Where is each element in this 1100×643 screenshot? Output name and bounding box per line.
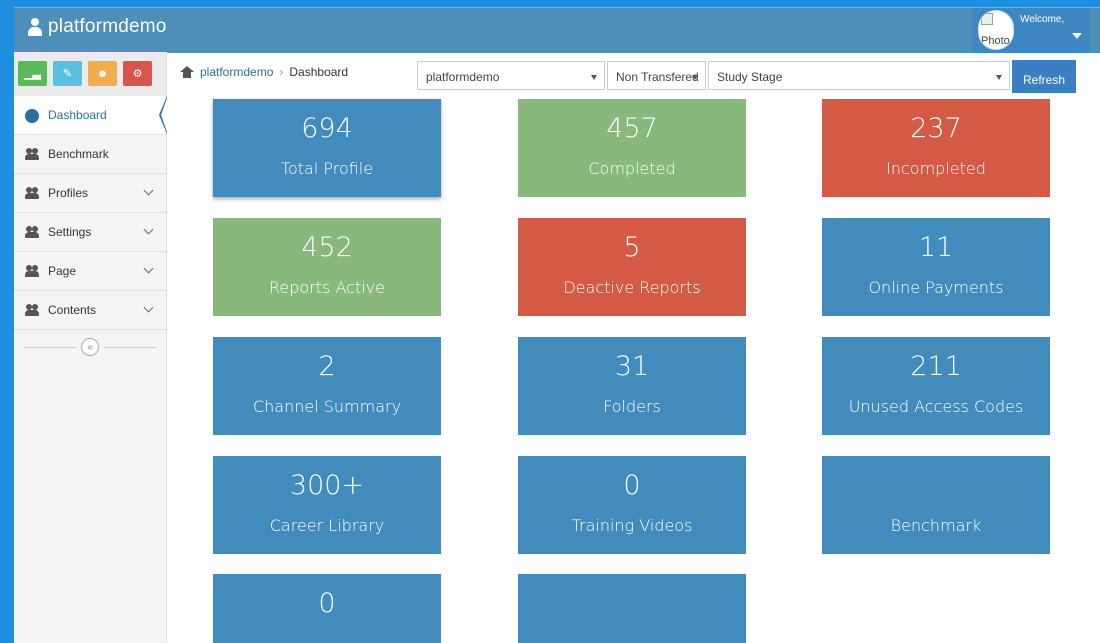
tile-partial-2[interactable] (518, 574, 746, 643)
tile-incompleted[interactable]: 237 Incompleted (822, 99, 1050, 197)
tile-label: Channel Summary (252, 397, 402, 416)
tile-label: Unused Access Codes (848, 397, 1024, 416)
photo-alt-text: Photo (981, 35, 1010, 47)
collapse-sidebar-button[interactable]: « (81, 338, 99, 356)
sidebar: ▁▃ ✎ ☻ ⚙ Dashboard Benchmark Profiles Se… (14, 52, 167, 643)
tile-value: 0 (318, 588, 336, 619)
user-icon (28, 18, 42, 36)
tile-folders[interactable]: 31 Folders (518, 337, 746, 435)
breadcrumb-separator: › (279, 65, 284, 79)
tile-value: 457 (606, 113, 658, 144)
tile-value: 211 (910, 351, 962, 382)
tile-label: Incompleted (886, 159, 986, 178)
chevron-down-icon (143, 302, 154, 313)
dropdown-arrow-icon (996, 75, 1002, 80)
tile-label: Training Videos (571, 516, 693, 535)
sidebar-item-label: Profiles (48, 186, 89, 200)
welcome-text: Welcome, (1020, 14, 1065, 25)
tile-training-videos[interactable]: 0 Training Videos (518, 456, 746, 554)
transfer-select[interactable]: Non Transfered (607, 61, 706, 90)
tile-value: 31 (614, 351, 650, 382)
sidebar-item-page[interactable]: Page (14, 252, 166, 291)
organization-select[interactable]: platformdemo (417, 61, 605, 90)
tile-channel-summary[interactable]: 2 Channel Summary (213, 337, 441, 435)
sidebar-item-contents[interactable]: Contents (14, 291, 166, 330)
sidebar-collapse-row: « (14, 336, 166, 360)
users-icon[interactable]: ☻ (88, 61, 117, 86)
broken-image-icon (981, 13, 993, 25)
divider (104, 347, 156, 348)
tile-value: 0 (623, 470, 641, 501)
divider (24, 347, 76, 348)
top-bar: platformdemo Photo Welcome, (14, 7, 1100, 53)
dropdown-arrow-icon (692, 75, 698, 80)
sidebar-item-label: Contents (48, 303, 97, 317)
breadcrumb-current: Dashboard (289, 65, 349, 79)
tile-online-payments[interactable]: 11 Online Payments (822, 218, 1050, 316)
users-icon (25, 226, 39, 238)
sidebar-item-label: Benchmark (48, 147, 109, 161)
breadcrumb: platformdemo › Dashboard (180, 65, 348, 79)
sidebar-item-settings[interactable]: Settings (14, 213, 166, 252)
sidebar-item-benchmark[interactable]: Benchmark (14, 135, 166, 174)
tile-value: 11 (918, 232, 954, 263)
caret-down-icon[interactable] (1072, 33, 1082, 39)
tile-value: 237 (910, 113, 962, 144)
tile-completed[interactable]: 457 Completed (518, 99, 746, 197)
tile-value: 694 (301, 113, 353, 144)
sidebar-item-label: Dashboard (48, 108, 107, 122)
account-menu[interactable]: Photo Welcome, (972, 8, 1090, 53)
tile-value: 2 (318, 351, 336, 382)
study-stage-select-value: Study Stage (717, 70, 783, 84)
sidebar-item-label: Settings (48, 225, 92, 239)
sidebar-item-label: Page (48, 264, 77, 278)
tile-label: Total Profile (280, 159, 374, 178)
tile-total-profile[interactable]: 694 Total Profile (213, 99, 441, 197)
sidebar-item-profiles[interactable]: Profiles (14, 174, 166, 213)
brand-name: platformdemo (48, 16, 167, 37)
users-icon (25, 304, 39, 316)
cogs-icon[interactable]: ⚙ (123, 61, 152, 86)
profile-photo[interactable]: Photo (978, 10, 1014, 50)
tile-value: 300+ (289, 470, 365, 501)
home-icon[interactable] (180, 66, 194, 78)
transfer-select-value: Non Transfered (616, 70, 699, 84)
tile-label: Career Library (269, 516, 385, 535)
users-icon (25, 265, 39, 277)
users-icon (25, 187, 39, 199)
brand[interactable]: platformdemo (28, 16, 167, 38)
pencil-icon[interactable]: ✎ (53, 61, 82, 86)
tile-label: Folders (603, 397, 661, 416)
study-stage-select[interactable]: Study Stage (708, 61, 1010, 90)
sidebar-item-dashboard[interactable]: Dashboard (14, 96, 167, 135)
tile-label: Online Payments (868, 278, 1004, 297)
tile-deactive-reports[interactable]: 5 Deactive Reports (518, 218, 746, 316)
tile-career-library[interactable]: 300+ Career Library (213, 456, 441, 554)
chevron-down-icon (143, 263, 154, 274)
dropdown-arrow-icon (591, 75, 597, 80)
chevron-down-icon (143, 224, 154, 235)
tile-benchmark[interactable]: Benchmark (822, 456, 1050, 554)
refresh-button[interactable]: Refresh (1012, 60, 1076, 93)
breadcrumb-home-link[interactable]: platformdemo (200, 65, 273, 79)
tile-value: 5 (623, 232, 641, 263)
organization-select-value: platformdemo (426, 70, 500, 84)
bar-chart-icon[interactable]: ▁▃ (18, 61, 47, 86)
tile-unused-access-codes[interactable]: 211 Unused Access Codes (822, 337, 1050, 435)
chevron-down-icon (143, 185, 154, 196)
sidebar-shortcuts: ▁▃ ✎ ☻ ⚙ (14, 52, 166, 97)
tile-label: Benchmark (890, 516, 982, 535)
tile-label: Reports Active (269, 278, 385, 297)
tile-label: Deactive Reports (563, 278, 701, 297)
app-frame: platformdemo Photo Welcome, ▁▃ ✎ ☻ ⚙ Das… (14, 7, 1100, 643)
users-icon (25, 148, 39, 160)
dashboard-icon (25, 109, 39, 123)
tile-value: 452 (301, 232, 353, 263)
tile-partial-1[interactable]: 0 (213, 574, 441, 643)
tile-reports-active[interactable]: 452 Reports Active (213, 218, 441, 316)
tile-label: Completed (588, 159, 676, 178)
